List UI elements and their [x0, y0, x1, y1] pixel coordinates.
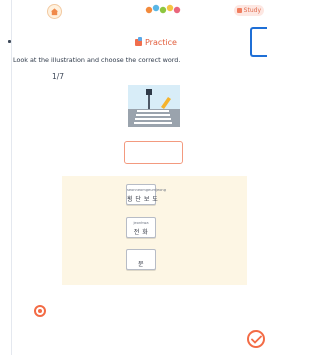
practice-label: Practice — [145, 38, 177, 47]
choice-option-2[interactable]: jeonhwa 전 화 — [126, 217, 156, 238]
practice-icon — [135, 37, 142, 46]
crosswalk-image — [128, 85, 180, 127]
study-badge[interactable]: Study — [234, 5, 264, 16]
home-icon — [50, 8, 59, 16]
choice-option-1[interactable]: seonneomgeumjeong 횡 단 보 도 — [126, 184, 166, 205]
choices-panel: seonneomgeumjeong 횡 단 보 도 jeonhwa 전 화 문 — [62, 176, 247, 285]
choice-romanization: jeonhwa — [133, 221, 149, 225]
practice-title: Practice — [135, 37, 177, 49]
choice-label: 문 — [137, 261, 145, 268]
app-logo-icon — [145, 4, 181, 14]
answer-box[interactable] — [124, 141, 183, 164]
edge-marker — [8, 40, 11, 43]
record-button[interactable] — [34, 305, 46, 317]
question-counter: 1/7 — [52, 72, 65, 81]
check-button[interactable] — [247, 330, 265, 348]
crosswalk-illustration — [128, 85, 180, 127]
top-bar: Study — [12, 0, 267, 22]
study-label: Study — [243, 7, 261, 14]
study-icon — [237, 8, 242, 13]
choice-romanization: seonneomgeumjeong — [127, 188, 166, 192]
choice-label: 전 화 — [133, 229, 149, 236]
left-edge-bar — [0, 0, 12, 355]
choice-option-3[interactable]: 문 — [126, 249, 156, 270]
home-button[interactable] — [47, 4, 62, 19]
highlighted-tab[interactable] — [250, 27, 267, 57]
choice-label: 횡 단 보 도 — [127, 196, 159, 203]
question-instruction: Look at the illustration and choose the … — [13, 56, 181, 64]
check-icon — [251, 335, 262, 344]
